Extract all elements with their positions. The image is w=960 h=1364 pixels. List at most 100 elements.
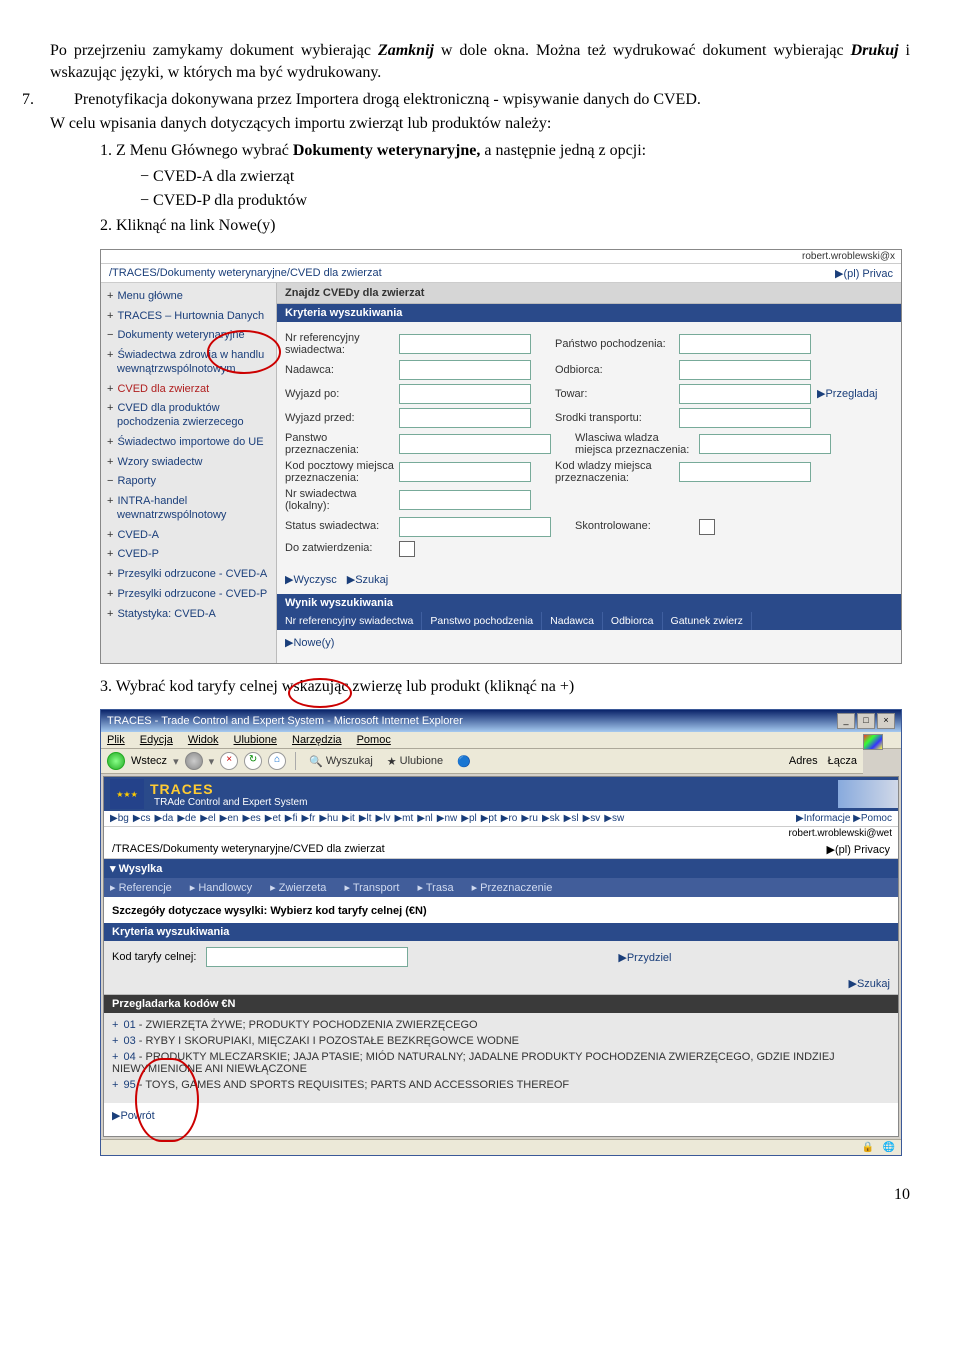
lang-pt[interactable]: ▶pt: [481, 813, 497, 824]
forward-icon[interactable]: [185, 752, 203, 770]
tab-zwierzeta[interactable]: ▸ Zwierzeta: [270, 881, 326, 894]
cn-item-01[interactable]: + 01 - ZWIERZĘTA ŻYWE; PRODUKTY POCHODZE…: [112, 1017, 890, 1033]
cn-item-95[interactable]: + 95 - TOYS, GAMES AND SPORTS REQUISITES…: [112, 1077, 890, 1093]
sidebar-swiadectwa[interactable]: +Świadectwa zdrowia w handlu wewnątrzwsp…: [101, 346, 276, 380]
col-nr-ref[interactable]: Nr referencyjny swiadectwa: [277, 612, 422, 630]
sidebar-cved-produkty[interactable]: +CVED dla produktów pochodzenia zwierzec…: [101, 399, 276, 433]
close-button[interactable]: ×: [877, 713, 895, 729]
lang-fr[interactable]: ▶fr: [302, 813, 316, 824]
menu-edycja[interactable]: Edycja: [140, 734, 173, 746]
lang-nl[interactable]: ▶nl: [417, 813, 432, 824]
lang-ru[interactable]: ▶ru: [521, 813, 538, 824]
lang-sw[interactable]: ▶sw: [604, 813, 624, 824]
lang-fi[interactable]: ▶fi: [285, 813, 298, 824]
tab-transport[interactable]: ▸ Transport: [344, 881, 399, 894]
lang-en[interactable]: ▶en: [220, 813, 239, 824]
stop-icon[interactable]: ×: [220, 752, 238, 770]
back-icon[interactable]: [107, 752, 125, 770]
lang-es[interactable]: ▶es: [243, 813, 261, 824]
select-panstwo-przez[interactable]: [399, 434, 551, 454]
lacza-label[interactable]: Łącza: [828, 755, 857, 767]
menu-narzedzia[interactable]: Narzędzia: [292, 734, 342, 746]
lang-de[interactable]: ▶de: [177, 813, 196, 824]
input-wlasciwa[interactable]: [699, 434, 831, 454]
tab-referencje[interactable]: ▸ Referencje: [110, 881, 172, 894]
lang-el[interactable]: ▶el: [200, 813, 215, 824]
crumb2-right[interactable]: ▶(pl) Privacy: [827, 843, 890, 856]
input-odbiorca[interactable]: [679, 360, 811, 380]
refresh-icon[interactable]: ↻: [244, 752, 262, 770]
input-srodki[interactable]: [679, 408, 811, 428]
sidebar-cved-p[interactable]: +CVED-P: [101, 545, 276, 565]
sidebar-dokumenty-wet[interactable]: −Dokumenty weterynaryjne: [101, 326, 276, 346]
powrot-link[interactable]: ▶Powrót: [104, 1103, 898, 1136]
sidebar-traces-hurtownia[interactable]: +TRACES – Hurtownia Danych: [101, 307, 276, 327]
menu-widok[interactable]: Widok: [188, 734, 219, 746]
lang-ro[interactable]: ▶ro: [501, 813, 518, 824]
media-icon[interactable]: 🔵: [453, 754, 475, 769]
szukaj-link-2[interactable]: ▶Szukaj: [849, 978, 890, 990]
favorites-button[interactable]: ★ Ulubione: [383, 754, 447, 769]
menu-plik[interactable]: Plik: [107, 734, 125, 746]
przegladaj-link[interactable]: ▶Przegladaj: [811, 387, 883, 400]
back-label[interactable]: Wstecz: [131, 755, 167, 767]
lang-mt[interactable]: ▶mt: [394, 813, 413, 824]
input-kod-wladzy[interactable]: [679, 462, 811, 482]
menu-pomoc[interactable]: Pomoc: [357, 734, 391, 746]
lang-bg[interactable]: ▶bg: [110, 813, 129, 824]
lang-da[interactable]: ▶da: [155, 813, 174, 824]
sidebar-intra[interactable]: +INTRA-handel wewnatrzwspólnotowy: [101, 492, 276, 526]
minimize-button[interactable]: _: [837, 713, 855, 729]
lang-it[interactable]: ▶it: [342, 813, 355, 824]
checkbox-do-zatw[interactable]: [399, 541, 415, 557]
sidebar-odrzucone-a[interactable]: +Przesylki odrzucone - CVED-A: [101, 565, 276, 585]
sidebar-statystyka[interactable]: +Statystyka: CVED-A: [101, 605, 276, 625]
lang-sl[interactable]: ▶sl: [564, 813, 579, 824]
szukaj-link[interactable]: ▶Szukaj: [347, 573, 388, 586]
tab-trasa[interactable]: ▸ Trasa: [417, 881, 453, 894]
checkbox-skontrolowane[interactable]: [699, 519, 715, 535]
sidebar-wzory[interactable]: +Wzory swiadectw: [101, 453, 276, 473]
select-status[interactable]: [399, 517, 551, 537]
lang-sk[interactable]: ▶sk: [542, 813, 560, 824]
kod-input[interactable]: [206, 947, 408, 967]
home-icon[interactable]: ⌂: [268, 752, 286, 770]
lang-hu[interactable]: ▶hu: [319, 813, 338, 824]
lang-lt[interactable]: ▶lt: [359, 813, 372, 824]
cn-item-03[interactable]: + 03 - RYBY I SKORUPIAKI, MIĘCZAKI I POZ…: [112, 1033, 890, 1049]
sidebar-swiad-import[interactable]: +Świadectwo importowe do UE: [101, 433, 276, 453]
wyczysc-link[interactable]: ▶Wyczysc: [285, 573, 337, 586]
tab-handlowcy[interactable]: ▸ Handlowcy: [190, 881, 252, 894]
sidebar-odrzucone-p[interactable]: +Przesylki odrzucone - CVED-P: [101, 585, 276, 605]
lang-sv[interactable]: ▶sv: [583, 813, 601, 824]
info-pomoc-links[interactable]: ▶Informacje ▶Pomoc: [796, 813, 892, 824]
search-button[interactable]: 🔍 Wyszukaj: [305, 754, 377, 769]
lang-nw[interactable]: ▶nw: [437, 813, 457, 824]
input-nadawca[interactable]: [399, 360, 531, 380]
lang-cs[interactable]: ▶cs: [133, 813, 151, 824]
sidebar-cved-zwierzat[interactable]: +CVED dla zwierzat: [101, 380, 276, 400]
sidebar-cved-a[interactable]: +CVED-A: [101, 526, 276, 546]
maximize-button[interactable]: □: [857, 713, 875, 729]
sidebar-raporty[interactable]: −Raporty: [101, 472, 276, 492]
tab-wysylka[interactable]: ▾ Wysylka: [110, 863, 162, 875]
lang-pl[interactable]: ▶pl: [461, 813, 476, 824]
input-wyjazd-po[interactable]: [399, 384, 531, 404]
col-panstwo[interactable]: Panstwo pochodzenia: [422, 612, 542, 630]
nowe-link[interactable]: ▶Nowe(y): [285, 637, 334, 649]
col-gatunek[interactable]: Gatunek zwierz: [663, 612, 752, 630]
input-kod-pocz[interactable]: [399, 462, 531, 482]
tab-przeznaczenie[interactable]: ▸ Przeznaczenie: [472, 881, 553, 894]
lang-et[interactable]: ▶et: [265, 813, 281, 824]
sidebar-menu-glowne[interactable]: +Menu główne: [101, 287, 276, 307]
menu-ulubione[interactable]: Ulubione: [234, 734, 277, 746]
lang-priv[interactable]: ▶(pl) Privac: [835, 267, 893, 280]
lang-lv[interactable]: ▶lv: [376, 813, 391, 824]
input-nr-ref[interactable]: [399, 334, 531, 354]
input-towar[interactable]: [679, 384, 811, 404]
input-nr-swiad[interactable]: [399, 490, 531, 510]
col-odbiorca[interactable]: Odbiorca: [603, 612, 663, 630]
col-nadawca[interactable]: Nadawca: [542, 612, 603, 630]
cn-item-04[interactable]: + 04 - PRODUKTY MLECZARSKIE; JAJA PTASIE…: [112, 1049, 890, 1077]
przydziel-link[interactable]: ▶Przydziel: [618, 951, 671, 964]
